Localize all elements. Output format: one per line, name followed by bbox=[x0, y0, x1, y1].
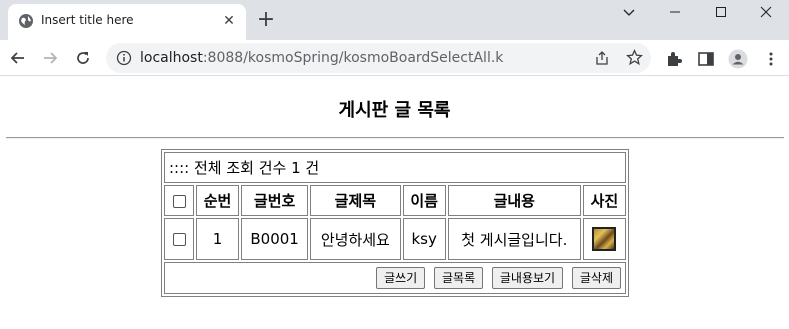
divider bbox=[6, 137, 784, 139]
reload-icon[interactable] bbox=[71, 46, 95, 70]
photo-thumbnail[interactable] bbox=[592, 227, 617, 251]
browser-toolbar: localhost:8088/kosmoSpring/kosmoBoardSel… bbox=[0, 40, 789, 76]
tab-search-chevron-icon[interactable] bbox=[606, 0, 652, 28]
col-header-name: 이름 bbox=[402, 185, 446, 216]
write-button[interactable]: 글쓰기 bbox=[376, 267, 426, 289]
col-header-seq: 순번 bbox=[196, 185, 240, 216]
select-all-cell bbox=[164, 185, 194, 216]
list-button[interactable]: 글목록 bbox=[433, 267, 484, 289]
share-icon[interactable] bbox=[594, 50, 610, 66]
browser-tab[interactable]: Insert title here ✕ bbox=[8, 4, 246, 40]
cell-subject: 안녕하세요 bbox=[310, 218, 401, 260]
url-path: :8088/kosmoSpring/kosmoBoardSelectAll.k bbox=[202, 50, 504, 66]
side-panel-icon[interactable] bbox=[697, 50, 715, 68]
url-text[interactable]: localhost:8088/kosmoSpring/kosmoBoardSel… bbox=[140, 50, 503, 66]
globe-icon bbox=[19, 14, 33, 28]
url-host: localhost bbox=[140, 50, 203, 66]
delete-button[interactable]: 글삭제 bbox=[571, 267, 621, 289]
minimize-icon[interactable] bbox=[652, 0, 698, 28]
cell-photo bbox=[582, 218, 626, 260]
tab-strip: Insert title here ✕ + bbox=[0, 0, 789, 40]
new-tab-plus-icon[interactable]: + bbox=[254, 9, 278, 33]
col-header-photo: 사진 bbox=[582, 185, 626, 216]
bookmark-star-icon[interactable] bbox=[626, 49, 643, 66]
cell-board-no: B0001 bbox=[241, 218, 309, 260]
view-content-button[interactable]: 글내용보기 bbox=[491, 267, 564, 289]
page-title: 게시판 글 목록 bbox=[338, 100, 451, 121]
maximize-icon[interactable] bbox=[698, 0, 744, 28]
tab-close-icon[interactable]: ✕ bbox=[220, 12, 238, 30]
close-window-icon[interactable] bbox=[743, 0, 789, 28]
button-row: 글쓰기 글목록 글내용보기 글삭제 bbox=[164, 262, 626, 294]
address-bar[interactable]: localhost:8088/kosmoSpring/kosmoBoardSel… bbox=[106, 43, 651, 73]
board-table: :::: 전체 조회 건수 1 건 순번 글번호 글제목 이름 글내용 사진 1… bbox=[161, 149, 629, 297]
cell-name: ksy bbox=[402, 218, 446, 260]
button-cell: 글쓰기 글목록 글내용보기 글삭제 bbox=[164, 262, 626, 294]
kebab-menu-icon[interactable] bbox=[762, 50, 780, 68]
page-content: 게시판 글 목록 :::: 전체 조회 건수 1 건 순번 글번호 글제목 이름… bbox=[0, 77, 789, 329]
cell-content: 첫 게시글입니다. bbox=[447, 218, 581, 260]
site-info-icon[interactable] bbox=[116, 50, 132, 66]
table-row: 1 B0001 안녕하세요 ksy 첫 게시글입니다. bbox=[164, 218, 626, 260]
count-row: :::: 전체 조회 건수 1 건 bbox=[164, 152, 626, 183]
header-row: 순번 글번호 글제목 이름 글내용 사진 bbox=[164, 185, 626, 216]
col-header-content: 글내용 bbox=[447, 185, 581, 216]
cell-seq: 1 bbox=[196, 218, 240, 260]
row-check-cell bbox=[164, 218, 194, 260]
tab-title: Insert title here bbox=[41, 13, 134, 27]
back-arrow-icon[interactable] bbox=[6, 46, 30, 70]
profile-avatar-icon[interactable] bbox=[728, 49, 748, 69]
extensions-puzzle-icon[interactable] bbox=[665, 50, 683, 68]
col-header-board-no: 글번호 bbox=[241, 185, 309, 216]
row-checkbox[interactable] bbox=[172, 233, 186, 246]
select-all-checkbox[interactable] bbox=[172, 194, 186, 208]
col-header-subject: 글제목 bbox=[310, 185, 401, 216]
total-count-label: :::: 전체 조회 건수 1 건 bbox=[164, 152, 626, 183]
forward-arrow-icon[interactable] bbox=[38, 46, 62, 70]
